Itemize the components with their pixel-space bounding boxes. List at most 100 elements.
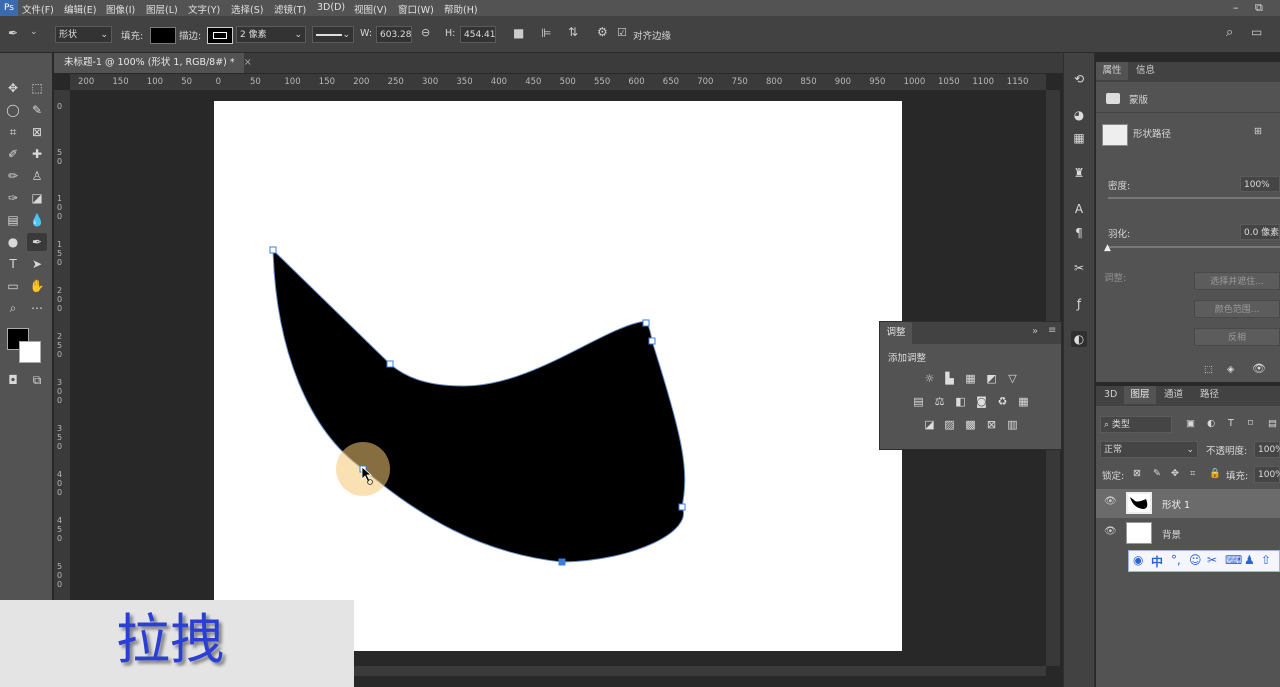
path-arrangement-icon[interactable]: ⇅ bbox=[568, 25, 578, 39]
menu-filter[interactable]: 滤镜(T) bbox=[274, 2, 306, 16]
adjustments-tab[interactable]: 调整 bbox=[880, 322, 912, 344]
ime-language[interactable]: 中 bbox=[1151, 553, 1163, 570]
curves-icon[interactable]: ▦ bbox=[963, 372, 978, 386]
stroke-type-select[interactable]: ⌄ bbox=[312, 26, 354, 43]
gradient-tool-icon[interactable]: ▤ bbox=[3, 211, 23, 229]
type-tool-icon[interactable]: T bbox=[3, 255, 23, 273]
anchor-point[interactable] bbox=[642, 319, 650, 327]
menu-window[interactable]: 窗口(W) bbox=[398, 2, 434, 16]
menu-file[interactable]: 文件(F) bbox=[22, 2, 54, 16]
width-input[interactable]: 603.28 bbox=[376, 26, 412, 43]
visibility-eye-icon[interactable]: 👁 bbox=[1104, 526, 1117, 537]
slider-handle-icon[interactable]: ▲ bbox=[1104, 243, 1111, 253]
pen-tool-icon[interactable]: ✒ bbox=[8, 26, 18, 40]
crop-tool-icon[interactable]: ⌗ bbox=[3, 123, 23, 141]
more-icon[interactable]: ⇧ bbox=[1261, 553, 1271, 567]
path-operations-icon[interactable]: ■ bbox=[513, 26, 524, 40]
menu-type[interactable]: 文字(Y) bbox=[188, 2, 220, 16]
color-range-button[interactable]: 颜色范围... bbox=[1194, 300, 1280, 318]
history-icon[interactable]: ⟲ bbox=[1071, 71, 1087, 87]
filter-adjustment-icon[interactable]: ◐ bbox=[1207, 418, 1215, 429]
channel-mixer-icon[interactable]: ♻ bbox=[995, 395, 1010, 409]
stroke-swatch[interactable] bbox=[207, 27, 233, 44]
document-tab[interactable]: 未标题-1 @ 100% (形状 1, RGB/8#) * × bbox=[54, 53, 252, 73]
frame-tool-icon[interactable]: ⊠ bbox=[27, 123, 47, 141]
levels-icon[interactable]: ▙ bbox=[942, 372, 957, 386]
apply-mask-icon[interactable]: ◈ bbox=[1227, 364, 1234, 375]
tab-info[interactable]: 信息 bbox=[1136, 62, 1155, 80]
tab-channels[interactable]: 通道 bbox=[1164, 386, 1183, 404]
quick-select-tool-icon[interactable]: ✎ bbox=[27, 101, 47, 119]
layer-name[interactable]: 形状 1 bbox=[1162, 497, 1190, 511]
exposure-icon[interactable]: ◩ bbox=[984, 372, 999, 386]
photo-filter-icon[interactable]: ◙ bbox=[974, 395, 989, 409]
lasso-tool-icon[interactable]: ◯ bbox=[3, 101, 23, 119]
move-tool-icon[interactable]: ✥ bbox=[3, 79, 23, 97]
feather-slider[interactable] bbox=[1108, 246, 1280, 248]
tools-icon[interactable]: ✂ bbox=[1071, 260, 1087, 276]
visibility-eye-icon[interactable]: 👁 bbox=[1104, 496, 1117, 507]
lock-all-icon[interactable]: 🔒 bbox=[1209, 468, 1221, 479]
selective-color-icon[interactable]: ⊠ bbox=[984, 418, 999, 432]
tab-3d[interactable]: 3D bbox=[1104, 386, 1117, 404]
healing-brush-tool-icon[interactable]: ✚ bbox=[27, 145, 47, 163]
lock-pixels-icon[interactable]: ✎ bbox=[1153, 468, 1161, 479]
vibrance-icon[interactable]: ▽ bbox=[1005, 372, 1020, 386]
blur-tool-icon[interactable]: 💧 bbox=[27, 211, 47, 229]
character-icon[interactable]: A bbox=[1071, 201, 1087, 217]
gear-icon[interactable]: ⚙ bbox=[597, 25, 608, 39]
eyedropper-tool-icon[interactable]: ✐ bbox=[3, 145, 23, 163]
load-selection-icon[interactable]: ⬚ bbox=[1204, 364, 1213, 375]
tab-layers[interactable]: 图层 bbox=[1124, 386, 1156, 404]
lock-artboard-icon[interactable]: ⌗ bbox=[1190, 468, 1195, 479]
menu-layer[interactable]: 图层(L) bbox=[146, 2, 178, 16]
menu-view[interactable]: 视图(V) bbox=[354, 2, 387, 16]
link-icon[interactable]: ⊖ bbox=[421, 26, 430, 39]
restore-icon[interactable]: ⧉ bbox=[1255, 1, 1263, 15]
feather-input[interactable]: 0.0 像素 bbox=[1240, 224, 1280, 240]
more-tools-icon[interactable]: ⋯ bbox=[27, 299, 47, 317]
density-input[interactable]: 100% bbox=[1240, 176, 1280, 192]
layer-name[interactable]: 背景 bbox=[1162, 527, 1181, 541]
opacity-input[interactable]: 100% bbox=[1254, 441, 1280, 458]
dodge-tool-icon[interactable]: ● bbox=[3, 233, 23, 251]
path-alignment-icon[interactable]: ⊫ bbox=[541, 26, 551, 40]
height-input[interactable]: 454.41 bbox=[460, 26, 496, 43]
color-balance-icon[interactable]: ⚖ bbox=[932, 395, 947, 409]
ime-logo-icon[interactable]: ◉ bbox=[1133, 553, 1143, 567]
anchor-point[interactable] bbox=[269, 246, 277, 254]
layer-filter-select[interactable]: ⌕ 类型 bbox=[1100, 416, 1172, 433]
stroke-width-select[interactable]: 2 像素 ⌄ bbox=[236, 26, 306, 43]
brightness-icon[interactable]: ☼ bbox=[922, 372, 937, 386]
invert-button[interactable]: 反相 bbox=[1194, 328, 1280, 346]
marquee-tool-icon[interactable]: ⬚ bbox=[27, 79, 47, 97]
density-slider[interactable] bbox=[1108, 197, 1280, 199]
black-white-icon[interactable]: ◧ bbox=[953, 395, 968, 409]
close-icon[interactable]: × bbox=[244, 57, 252, 68]
hand-tool-icon[interactable]: ✋ bbox=[27, 277, 47, 295]
background-color-swatch[interactable] bbox=[19, 341, 41, 363]
libraries-icon[interactable]: ♜ bbox=[1071, 165, 1087, 181]
emoji-icon[interactable]: ☺ bbox=[1189, 553, 1202, 567]
user-icon[interactable]: ♟ bbox=[1244, 553, 1255, 567]
menu-3d[interactable]: 3D(D) bbox=[317, 2, 345, 13]
history-brush-tool-icon[interactable]: ✑ bbox=[3, 189, 23, 207]
menu-edit[interactable]: 编辑(E) bbox=[64, 2, 96, 16]
shape-1-path[interactable] bbox=[214, 101, 902, 651]
workspace-icon[interactable]: ▭ bbox=[1251, 25, 1262, 39]
screen-mode-icon[interactable]: ⧉ bbox=[27, 371, 47, 389]
scissors-icon[interactable]: ✂ bbox=[1207, 553, 1217, 567]
layer-row-shape-1[interactable]: 👁 形状 1 bbox=[1096, 489, 1280, 518]
stamp-tool-icon[interactable]: ♙ bbox=[27, 167, 47, 185]
visibility-eye-icon[interactable]: 👁 bbox=[1252, 362, 1266, 375]
tab-paths[interactable]: 路径 bbox=[1200, 386, 1219, 404]
punctuation-icon[interactable]: °, bbox=[1171, 553, 1181, 567]
posterize-icon[interactable]: ▨ bbox=[942, 418, 957, 432]
threshold-icon[interactable]: ▩ bbox=[963, 418, 978, 432]
shape-fill[interactable] bbox=[272, 248, 686, 563]
eraser-tool-icon[interactable]: ◪ bbox=[27, 189, 47, 207]
blend-mode-select[interactable]: 正常 ⌄ bbox=[1100, 441, 1198, 458]
gradient-map-icon[interactable]: ▥ bbox=[1005, 418, 1020, 432]
collapse-icon[interactable]: » bbox=[1032, 326, 1038, 337]
menu-help[interactable]: 帮助(H) bbox=[444, 2, 478, 16]
